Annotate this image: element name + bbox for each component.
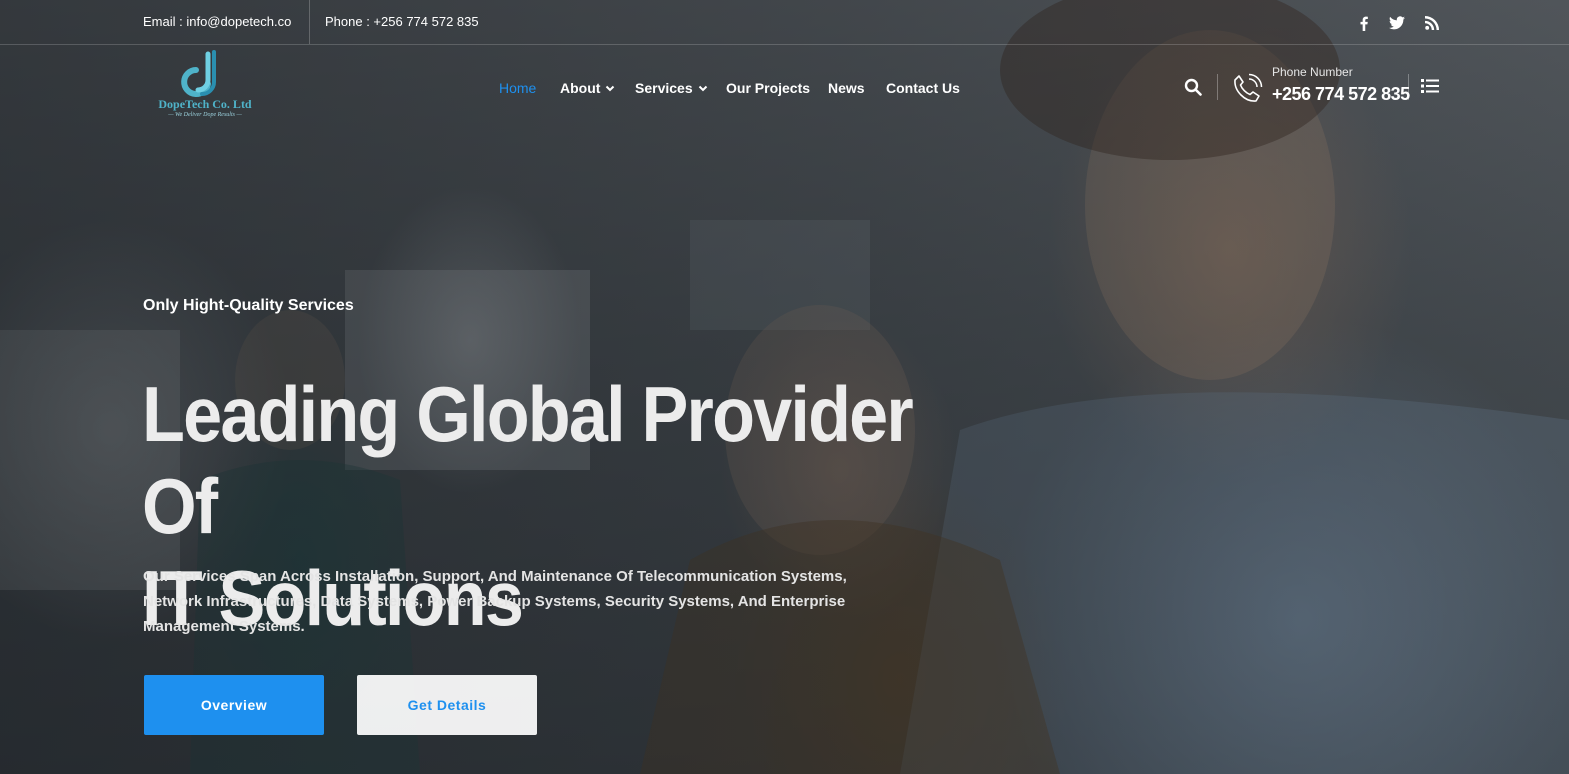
nav-item-services-label: Services [635, 80, 693, 96]
nav-item-news[interactable]: News [828, 80, 865, 96]
hero-eyebrow: Only Hight-Quality Services [143, 297, 354, 314]
logo-name: DopeTech Co. Ltd [158, 97, 252, 111]
logo[interactable]: DopeTech Co. Ltd — We Deliver Dope Resul… [150, 50, 260, 122]
get-details-button[interactable]: Get Details [357, 675, 537, 735]
nav-item-contact-us[interactable]: Contact Us [886, 80, 960, 96]
twitter-icon[interactable] [1387, 13, 1407, 33]
hero-headline-line-1: Leading Global Provider Of [142, 370, 914, 550]
nav-item-about[interactable]: About [560, 80, 615, 96]
nav-item-home[interactable]: Home [499, 80, 536, 96]
rss-icon[interactable] [1422, 13, 1442, 33]
chevron-down-icon [606, 85, 615, 92]
topbar-email[interactable]: Email : info@dopetech.co [143, 14, 291, 29]
facebook-icon[interactable] [1354, 13, 1374, 33]
chevron-down-icon [698, 85, 707, 92]
logo-tagline: — We Deliver Dope Results — [168, 112, 242, 118]
header-divider [1217, 74, 1218, 100]
header-divider [1408, 74, 1409, 100]
list-menu-icon[interactable] [1421, 78, 1441, 98]
phone-number[interactable]: +256 774 572 835 [1272, 84, 1410, 105]
search-icon[interactable] [1184, 78, 1204, 98]
topbar-divider [309, 0, 310, 44]
hero-section: Email : info@dopetech.co Phone : +256 77… [0, 0, 1569, 774]
hero-description: Our Services Span Across Installation, S… [143, 568, 847, 635]
nav-item-services[interactable]: Services [635, 80, 708, 96]
phone-caption: Phone Number [1272, 65, 1353, 79]
logo-mark-icon [181, 50, 216, 97]
phone-call-icon [1230, 72, 1264, 106]
nav-item-our-projects[interactable]: Our Projects [726, 80, 810, 96]
nav-item-about-label: About [560, 80, 601, 96]
topbar-phone[interactable]: Phone : +256 774 572 835 [325, 14, 479, 29]
overview-button[interactable]: Overview [144, 675, 324, 735]
top-bar: Email : info@dopetech.co Phone : +256 77… [0, 0, 1569, 45]
